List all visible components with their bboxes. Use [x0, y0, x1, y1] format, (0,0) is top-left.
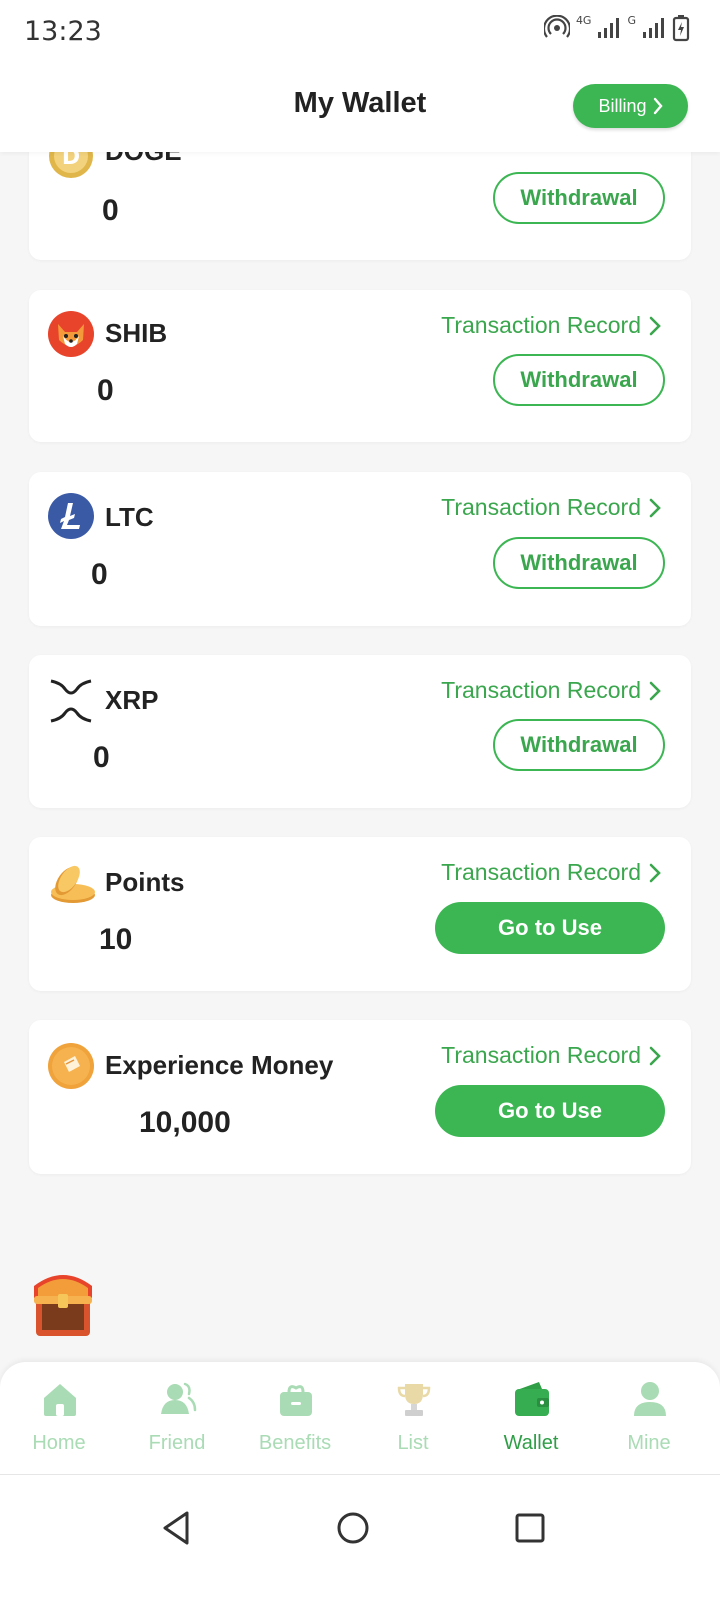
status-time: 13:23	[24, 16, 102, 47]
coin-amount: 0	[102, 194, 119, 227]
chevron-right-icon	[649, 1046, 661, 1065]
recent-apps-icon[interactable]	[505, 1503, 555, 1553]
withdrawal-button[interactable]: Withdrawal	[493, 354, 665, 406]
ltc-card: LTC 0 Transaction Record Withdrawal	[29, 472, 691, 626]
chevron-right-icon	[649, 316, 661, 335]
transaction-record-link[interactable]: Transaction Record	[441, 859, 661, 886]
nav-label: Home	[32, 1432, 86, 1454]
transaction-record-link[interactable]: Transaction Record	[441, 494, 661, 521]
experience-money-icon	[48, 1043, 94, 1089]
nav-item-wallet[interactable]: Wallet	[472, 1362, 590, 1474]
chevron-right-icon	[649, 681, 661, 700]
coin-name: LTC	[105, 502, 154, 532]
status-icons: 4G G	[543, 13, 690, 42]
app-header: My Wallet Billing	[0, 62, 720, 152]
nav-item-benefits[interactable]: Benefits	[236, 1362, 354, 1474]
coin-amount: 10	[99, 923, 133, 956]
network-type-label: 4G	[575, 13, 592, 27]
shib-card: SHIB 0 Transaction Record Withdrawal	[29, 290, 691, 442]
coin-name: SHIB	[105, 318, 168, 348]
benefits-icon	[280, 1385, 312, 1416]
transaction-record-label: Transaction Record	[441, 1042, 641, 1068]
withdrawal-button[interactable]: Withdrawal	[493, 537, 665, 589]
signal-icon	[598, 18, 620, 38]
back-icon[interactable]	[151, 1503, 201, 1553]
system-nav-bar	[0, 1474, 720, 1600]
coin-name: Points	[105, 867, 185, 897]
xrp-card: XRP 0 Transaction Record Withdrawal	[29, 655, 691, 808]
nav-label: Friend	[148, 1432, 206, 1454]
chevron-right-icon	[649, 863, 661, 882]
hotspot-icon	[543, 15, 570, 38]
nav-label: List	[397, 1432, 429, 1454]
withdrawal-button[interactable]: Withdrawal	[493, 719, 665, 771]
chevron-right-icon	[653, 97, 663, 115]
billing-button[interactable]: Billing	[573, 84, 688, 128]
wallet-icon	[515, 1382, 549, 1416]
chevron-right-icon	[649, 498, 661, 517]
home-icon	[44, 1384, 76, 1416]
experience-money-card: Experience Money 10,000 Transaction Reco…	[29, 1020, 691, 1174]
coin-amount: 0	[91, 558, 108, 591]
nav-item-mine[interactable]: Mine	[590, 1362, 708, 1474]
transaction-record-label: Transaction Record	[441, 677, 641, 703]
profile-icon	[634, 1382, 666, 1416]
go-to-use-button[interactable]: Go to Use	[435, 902, 665, 954]
transaction-record-link[interactable]: Transaction Record	[441, 312, 661, 339]
nav-item-friend[interactable]: Friend	[118, 1362, 236, 1474]
network-type-label: G	[627, 13, 636, 27]
nav-label: Benefits	[258, 1432, 332, 1454]
bottom-nav: Home Friend Benefits List Wallet Mine	[0, 1362, 720, 1474]
coin-name: XRP	[105, 685, 159, 715]
wallet-content: D DOGE 0 Withdrawal SHIB 0 Transaction R…	[0, 0, 720, 1600]
battery-icon	[672, 15, 690, 42]
shib-coin-icon	[48, 311, 94, 357]
coin-amount: 10,000	[139, 1106, 231, 1139]
points-card: Points 10 Transaction Record Go to Use	[29, 837, 691, 991]
transaction-record-label: Transaction Record	[441, 494, 641, 520]
nav-label: Wallet	[503, 1432, 559, 1454]
transaction-record-link[interactable]: Transaction Record	[441, 1042, 661, 1069]
xrp-coin-icon	[50, 679, 92, 723]
coin-name: Experience Money	[105, 1050, 334, 1080]
ltc-coin-icon	[48, 493, 94, 539]
nav-label: Mine	[627, 1432, 671, 1454]
withdrawal-button[interactable]: Withdrawal	[493, 172, 665, 224]
points-coins-icon	[51, 865, 95, 903]
status-bar: 13:23 4G G	[0, 0, 720, 62]
coin-amount: 0	[97, 374, 114, 407]
home-circle-icon[interactable]	[328, 1503, 378, 1553]
nav-item-list[interactable]: List	[354, 1362, 472, 1474]
transaction-record-label: Transaction Record	[441, 312, 641, 338]
transaction-record-link[interactable]: Transaction Record	[441, 677, 661, 704]
friend-icon	[161, 1382, 197, 1414]
billing-label: Billing	[598, 95, 647, 116]
transaction-record-label: Transaction Record	[441, 859, 641, 885]
treasure-chest-icon[interactable]	[28, 1268, 98, 1340]
coin-amount: 0	[93, 741, 110, 774]
go-to-use-button[interactable]: Go to Use	[435, 1085, 665, 1137]
nav-item-home[interactable]: Home	[0, 1362, 118, 1474]
signal-icon	[643, 18, 664, 38]
trophy-icon	[397, 1384, 431, 1416]
